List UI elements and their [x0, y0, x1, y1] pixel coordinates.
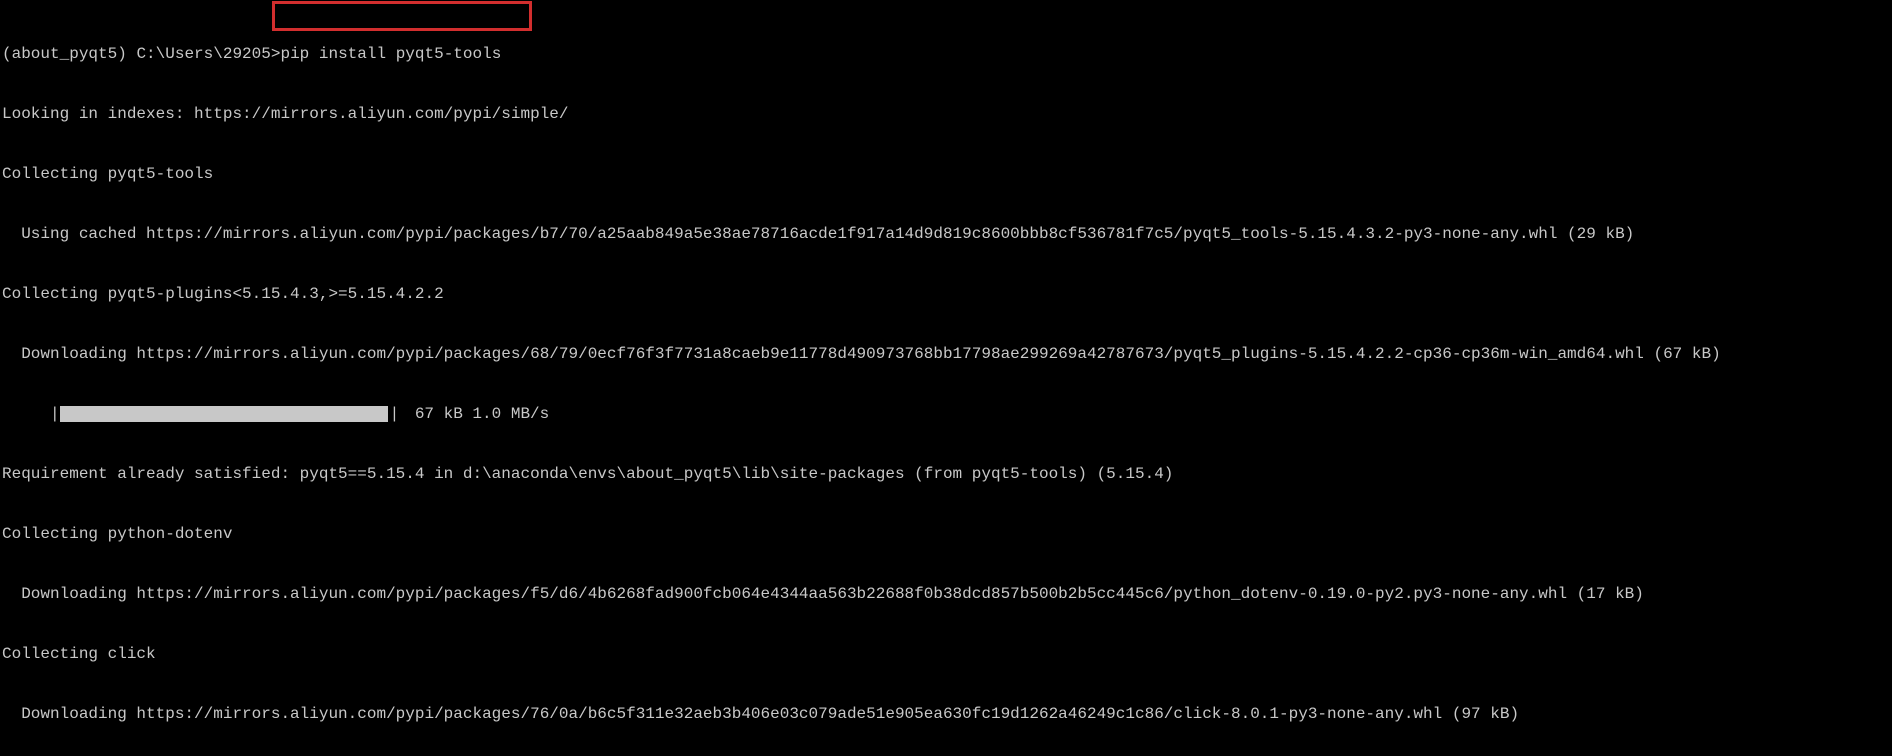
output-line: Looking in indexes: https://mirrors.aliy…	[0, 104, 1892, 124]
progress-bar	[60, 406, 388, 422]
progress-bar-edge: |	[50, 404, 60, 424]
output-line: Collecting click	[0, 644, 1892, 664]
env-name: (about_pyqt5)	[2, 45, 127, 63]
progress-bar-edge: |	[390, 404, 400, 424]
command-text: pip install pyqt5-tools	[280, 45, 501, 63]
output-line: Collecting pyqt5-tools	[0, 164, 1892, 184]
output-line: Using cached https://mirrors.aliyun.com/…	[0, 224, 1892, 244]
current-path: C:\Users\29205	[136, 45, 270, 63]
output-line: Requirement already satisfied: pyqt5==5.…	[0, 464, 1892, 484]
terminal-output[interactable]: (about_pyqt5) C:\Users\29205>pip install…	[0, 0, 1892, 756]
progress-text: 67 kB 1.0 MB/s	[399, 404, 549, 424]
output-line: Downloading https://mirrors.aliyun.com/p…	[0, 704, 1892, 724]
output-line: Downloading https://mirrors.aliyun.com/p…	[0, 584, 1892, 604]
progress-row: | | 67 kB 1.0 MB/s	[0, 404, 1892, 424]
prompt-line: (about_pyqt5) C:\Users\29205>pip install…	[0, 44, 1892, 64]
output-line: Downloading https://mirrors.aliyun.com/p…	[0, 344, 1892, 364]
output-line: Collecting python-dotenv	[0, 524, 1892, 544]
output-line: Collecting pyqt5-plugins<5.15.4.3,>=5.15…	[0, 284, 1892, 304]
